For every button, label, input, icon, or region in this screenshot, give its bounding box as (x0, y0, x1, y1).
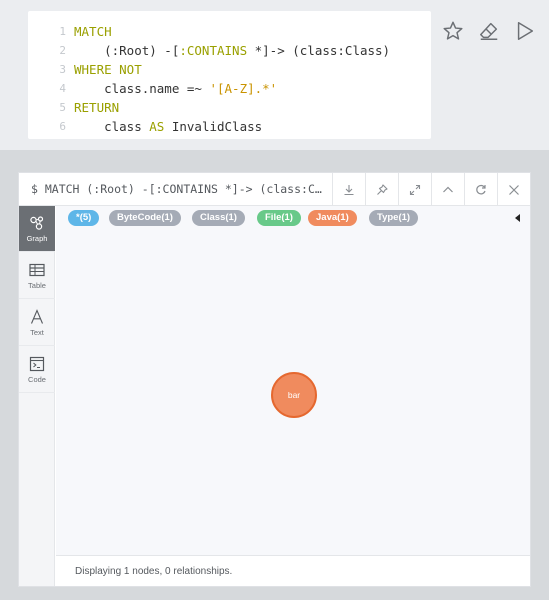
line-number: 6 (59, 120, 66, 133)
code-token: class.name =~ (74, 81, 210, 96)
code-line: 4 class.name =~ '[A-Z].*' (28, 79, 431, 98)
tab-graph[interactable]: Graph (19, 206, 55, 252)
code-token: AS (149, 119, 165, 134)
code-token: WHERE NOT (74, 62, 142, 77)
query-editor[interactable]: 1 MATCH 2 (:Root) -[:CONTAINS *]-> (class:… (28, 11, 431, 139)
tab-graph-label: Graph (26, 233, 48, 243)
fullscreen-button[interactable] (398, 173, 431, 206)
code-token: *]-> (class:Class) (247, 43, 391, 58)
text-icon (30, 308, 44, 324)
frame-header: $ MATCH (:Root) -[:CONTAINS *]-> (class:… (19, 173, 530, 206)
code-text: RETURN (74, 98, 119, 117)
tab-code-label: Code (28, 374, 46, 384)
graph-icon (30, 215, 44, 230)
line-number: 2 (59, 44, 66, 57)
code-token: class (74, 119, 150, 134)
code-token: (:Root) -[ (74, 43, 180, 58)
download-icon (344, 184, 354, 195)
favorite-button[interactable] (440, 18, 466, 44)
graph-node[interactable]: bar (271, 372, 317, 418)
line-number: 4 (59, 82, 66, 95)
code-line: 3 WHERE NOT (28, 60, 431, 79)
code-text: class.name =~ '[A-Z].*' (74, 79, 277, 98)
view-sidebar: Graph Table Text Code (19, 206, 55, 586)
editor-area: 1 MATCH 2 (:Root) -[:CONTAINS *]-> (class:… (0, 0, 549, 150)
legend-pill-all[interactable]: *(5) (68, 210, 100, 226)
code-text: class AS InvalidClass (74, 117, 262, 136)
eraser-icon (480, 22, 498, 40)
graph-canvas[interactable]: *(5) ByteCode(1) Class(1) File(1) Java(1… (56, 206, 530, 555)
code-token: MATCH (74, 24, 112, 39)
tab-code[interactable]: Code (19, 347, 55, 393)
table-icon (29, 263, 45, 276)
legend-pill-type[interactable]: Type(1) (369, 210, 419, 226)
line-number: 1 (59, 25, 66, 38)
legend-pill-class[interactable]: Class(1) (192, 210, 245, 226)
collapse-button[interactable] (431, 173, 464, 206)
tab-table[interactable]: Table (19, 253, 55, 299)
legend-pill-file[interactable]: File(1) (257, 210, 301, 226)
star-icon (443, 21, 463, 40)
legend-toggle-icon[interactable] (515, 214, 520, 222)
close-icon (509, 184, 519, 195)
result-frame: $ MATCH (:Root) -[:CONTAINS *]-> (class:… (18, 172, 531, 587)
legend-pill-bytecode[interactable]: ByteCode(1) (109, 210, 181, 226)
frame-title[interactable]: $ MATCH (:Root) -[:CONTAINS *]-> (class:… (31, 173, 326, 206)
code-token: RETURN (74, 100, 120, 115)
pin-icon (377, 183, 388, 195)
code-icon (29, 356, 45, 371)
status-bar: Displaying 1 nodes, 0 relationships. (56, 555, 530, 586)
code-line: 5 RETURN (28, 98, 431, 117)
download-button[interactable] (332, 173, 365, 206)
rerun-button[interactable] (464, 173, 497, 206)
code-token: :CONTAINS (179, 43, 248, 58)
code-text: WHERE NOT (74, 60, 142, 79)
legend-pill-java[interactable]: Java(1) (308, 210, 357, 226)
chevron-up-icon (443, 186, 453, 192)
code-line: 1 MATCH (28, 22, 431, 41)
tab-table-label: Table (28, 280, 46, 290)
code-token: '[A-Z].*' (209, 81, 278, 96)
code-token: InvalidClass (164, 119, 263, 134)
play-icon (517, 22, 534, 40)
tab-text[interactable]: Text (19, 300, 55, 346)
code-line: 2 (:Root) -[:CONTAINS *]-> (class:Class) (28, 41, 431, 60)
pin-button[interactable] (365, 173, 398, 206)
code-text: MATCH (74, 22, 112, 41)
code-line: 6 class AS InvalidClass (28, 117, 431, 136)
line-number: 3 (59, 63, 66, 76)
expand-icon (409, 184, 421, 195)
refresh-icon (476, 184, 486, 194)
run-button[interactable] (512, 18, 538, 44)
tab-text-label: Text (30, 327, 44, 337)
code-text: (:Root) -[:CONTAINS *]-> (class:Class) (74, 41, 390, 60)
line-number: 5 (59, 101, 66, 114)
clear-button[interactable] (476, 18, 502, 44)
close-button[interactable] (497, 173, 530, 206)
